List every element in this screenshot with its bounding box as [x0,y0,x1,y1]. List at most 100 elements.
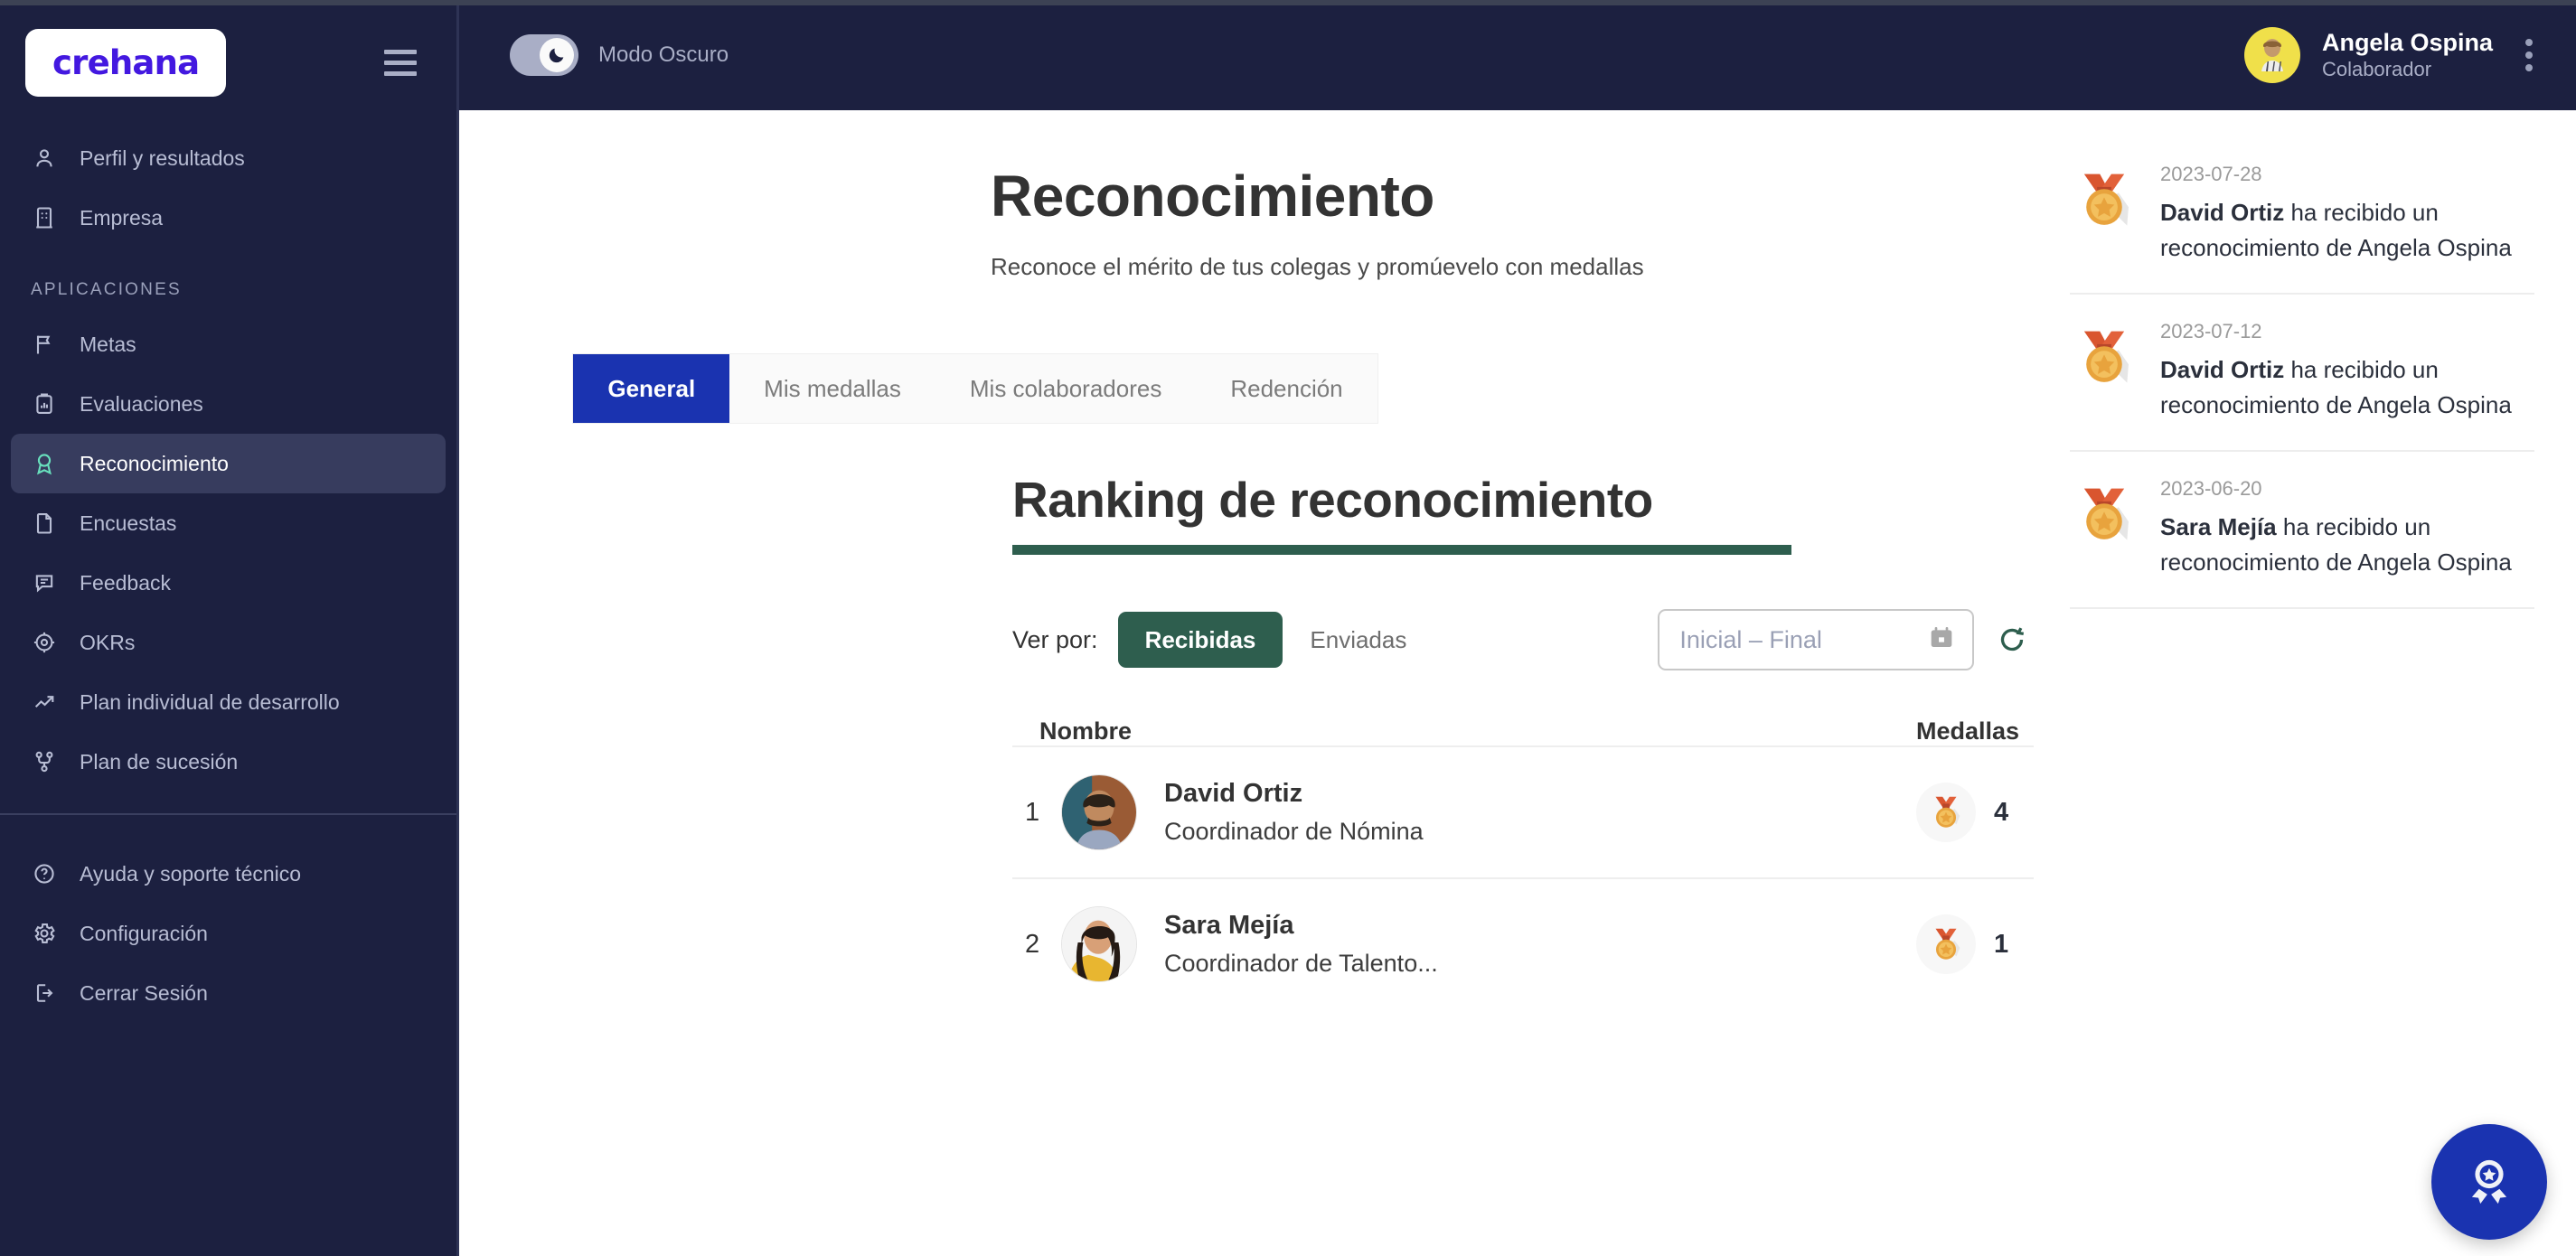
sidebar-item-plan-de-sucesion[interactable]: Plan de sucesión [11,732,446,792]
row-user: Sara Mejía Coordinador de Talento... [1061,906,1916,982]
sidebar-item-label: Empresa [80,206,163,230]
sidebar-item-empresa[interactable]: Empresa [11,188,446,248]
refresh-icon[interactable] [1996,623,2028,656]
tab-general[interactable]: General [573,354,729,423]
medal-icon [1916,914,1976,974]
segment-recibidas[interactable]: Recibidas [1118,612,1283,668]
sidebar-item-label: Feedback [80,571,171,595]
avatar[interactable] [2244,27,2300,83]
top-bar: Modo Oscuro Angela Ospina Colaborador [459,0,2576,110]
hamburger-icon[interactable] [379,44,422,81]
main-region: Modo Oscuro Angela Ospina Colaborador [459,0,2576,1256]
sidebar-brand-row: crehana [0,0,456,108]
ranking-filters: Ver por: Recibidas Enviadas Inicial – Fi… [1012,609,2034,670]
sidebar-item-label: Configuración [80,922,208,946]
row-user: David Ortiz Coordinador de Nómina [1061,774,1916,850]
sidebar-item-label: Plan individual de desarrollo [80,690,340,715]
row-user-role: Coordinador de Nómina [1164,818,1424,846]
award-ribbon-icon [2458,1151,2520,1213]
avatar[interactable] [1061,774,1137,850]
chat-icon [31,569,58,596]
tab-mis-colaboradores[interactable]: Mis colaboradores [935,354,1196,423]
ranking-title: Ranking de reconocimiento [1012,471,2034,529]
rank-number: 1 [1012,798,1061,828]
sidebar-item-configuracion[interactable]: Configuración [11,904,446,963]
sidebar-item-label: Encuestas [80,511,176,536]
gear-icon [31,920,58,947]
date-range-input[interactable]: Inicial – Final [1658,609,1974,670]
avatar-face-icon [2254,35,2290,71]
content-area: Reconocimiento Reconoce el mérito de tus… [459,110,2576,1256]
page-header: Reconocimiento Reconoce el mérito de tus… [459,110,2034,281]
feed-text: Sara Mejía ha recibido un reconocimiento… [2160,510,2534,580]
sidebar-item-encuestas[interactable]: Encuestas [11,493,446,553]
clipboard-chart-icon [31,390,58,417]
feed-date: 2023-06-20 [2160,477,2534,501]
user-menu[interactable]: Angela Ospina Colaborador [2244,27,2543,83]
column-header-nombre: Nombre [1012,717,1916,745]
sidebar-item-reconocimiento[interactable]: Reconocimiento [11,434,446,493]
feed-actor: David Ortiz [2160,199,2284,226]
feed-text: David Ortiz ha recibido un reconocimient… [2160,195,2534,266]
rank-number: 2 [1012,930,1061,960]
sidebar: crehana Perfil y resultados Empresa APLI… [0,0,459,1256]
document-icon [31,510,58,537]
sidebar-item-cerrar-sesion[interactable]: Cerrar Sesión [11,963,446,1023]
medal-icon [2070,320,2139,389]
feed-actor: Sara Mejía [2160,513,2277,540]
user-meta: Angela Ospina Colaborador [2322,28,2493,82]
dark-mode-switch-track[interactable] [510,34,578,76]
medal-icon [2070,163,2139,231]
more-vertical-icon[interactable] [2515,30,2543,80]
dark-mode-toggle[interactable]: Modo Oscuro [510,34,729,76]
sidebar-item-label: Metas [80,333,136,357]
sidebar-item-plan-individual-de-desarrollo[interactable]: Plan individual de desarrollo [11,672,446,732]
trend-up-icon [31,689,58,716]
user-role: Colaborador [2322,58,2493,82]
page-title: Reconocimiento [991,163,2034,230]
list-item[interactable]: 2023-06-20 Sara Mejía ha recibido un rec… [2070,452,2534,609]
sidebar-section-label: APLICACIONES [0,248,456,314]
moon-icon [547,45,567,65]
sidebar-item-perfil-y-resultados[interactable]: Perfil y resultados [11,128,446,188]
building-icon [31,204,58,231]
content-main-column: Reconocimiento Reconoce el mérito de tus… [459,110,2034,1256]
dark-mode-label: Modo Oscuro [598,42,729,68]
brand-logo[interactable]: crehana [25,29,226,97]
tab-redencion[interactable]: Redención [1196,354,1377,423]
page-subtitle: Reconoce el mérito de tus colegas y prom… [991,253,2034,281]
tab-bar: General Mis medallas Mis colaboradores R… [572,353,1377,424]
segment-enviadas[interactable]: Enviadas [1283,612,1434,668]
sidebar-item-label: Perfil y resultados [80,146,245,171]
feed-body: 2023-07-12 David Ortiz ha recibido un re… [2160,320,2534,423]
row-user-text: Sara Mejía Coordinador de Talento... [1164,911,1438,978]
list-item[interactable]: 2023-07-28 David Ortiz ha recibido un re… [2070,163,2534,295]
feed-text: David Ortiz ha recibido un reconocimient… [2160,352,2534,423]
avatar-photo-icon [1062,907,1136,981]
org-tree-icon [31,748,58,775]
sidebar-item-ayuda-y-soporte-tecnico[interactable]: Ayuda y soporte técnico [11,844,446,904]
sidebar-item-label: Plan de sucesión [80,750,238,774]
calendar-icon[interactable] [1927,623,1956,657]
list-item[interactable]: 2023-07-12 David Ortiz ha recibido un re… [2070,295,2534,452]
add-recognition-fab[interactable] [2431,1124,2547,1240]
avatar[interactable] [1061,906,1137,982]
feed-body: 2023-06-20 Sara Mejía ha recibido un rec… [2160,477,2534,580]
sidebar-item-okrs[interactable]: OKRs [11,613,446,672]
row-user-text: David Ortiz Coordinador de Nómina [1164,779,1424,846]
sidebar-item-metas[interactable]: Metas [11,314,446,374]
date-range-placeholder: Inicial – Final [1679,626,1822,654]
logout-icon [31,979,58,1007]
sidebar-item-evaluaciones[interactable]: Evaluaciones [11,374,446,434]
tab-mis-medallas[interactable]: Mis medallas [729,354,935,423]
sidebar-item-feedback[interactable]: Feedback [11,553,446,613]
row-user-role: Coordinador de Talento... [1164,950,1438,978]
medal-icon [2070,477,2139,546]
sidebar-item-label: OKRs [80,631,135,655]
flag-icon [31,331,58,358]
user-name: Angela Ospina [2322,28,2493,58]
app-root: crehana Perfil y resultados Empresa APLI… [0,0,2576,1256]
brand-logo-text: crehana [52,43,199,82]
user-icon [31,145,58,172]
row-medals-value: 1 [1994,930,2008,960]
